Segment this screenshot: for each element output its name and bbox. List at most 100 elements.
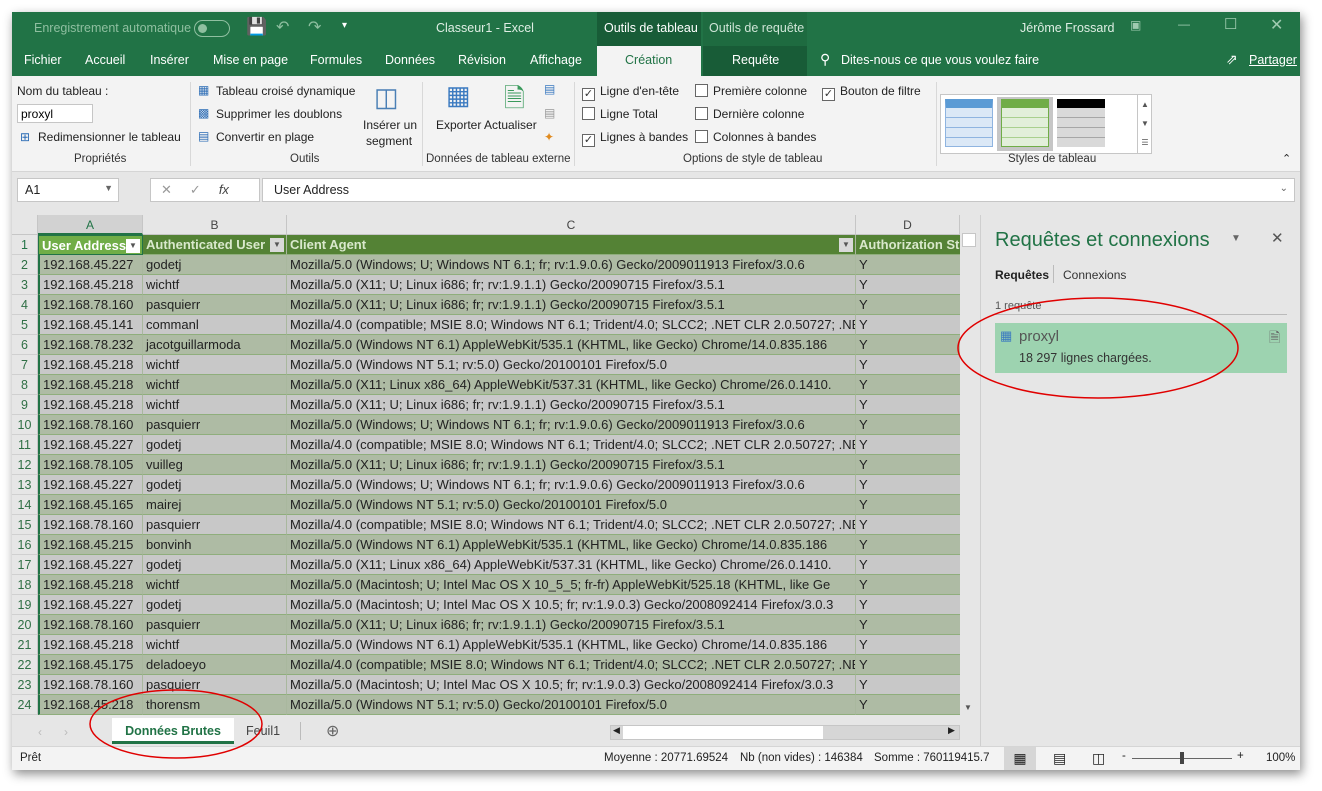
cell-authenticated-user[interactable]: vuilleg	[143, 455, 287, 475]
style-green-selected[interactable]	[997, 97, 1053, 151]
cell-authorization-status[interactable]: Y	[856, 675, 960, 695]
cell-authorization-status[interactable]: Y	[856, 695, 960, 715]
cell-authorization-status[interactable]: Y	[856, 575, 960, 595]
collapse-ribbon-icon[interactable]: ⌃	[1282, 152, 1291, 165]
filter-dropdown-icon[interactable]: ▼	[839, 238, 853, 252]
cell-authorization-status[interactable]: Y	[856, 355, 960, 375]
row-header[interactable]: 2	[12, 255, 38, 275]
export-button[interactable]: Exporter	[436, 118, 481, 132]
last-column-checkbox[interactable]: Dernière colonne	[695, 107, 804, 121]
table-name-input[interactable]	[17, 104, 93, 123]
select-all-corner[interactable]	[12, 215, 38, 235]
cell-authorization-status[interactable]: Y	[856, 655, 960, 675]
tab-formules[interactable]: Formules	[310, 53, 362, 67]
cell-authorization-status[interactable]: Y	[856, 295, 960, 315]
cell-user-address[interactable]: 192.168.78.160	[38, 415, 143, 435]
cell-client-agent[interactable]: Mozilla/5.0 (Macintosh; U; Intel Mac OS …	[287, 575, 856, 595]
row-header[interactable]: 1	[12, 235, 38, 255]
cell-user-address[interactable]: 192.168.45.215	[38, 535, 143, 555]
cell-authenticated-user[interactable]: thorensm	[143, 695, 287, 715]
cell-user-address[interactable]: 192.168.45.227	[38, 595, 143, 615]
cell-user-address[interactable]: 192.168.78.232	[38, 335, 143, 355]
cell-client-agent[interactable]: Mozilla/5.0 (Windows NT 5.1; rv:5.0) Gec…	[287, 495, 856, 515]
query-item-proxyl[interactable]: ▦ proxyl 18 297 lignes chargées. 🗎	[995, 323, 1287, 373]
style-blue[interactable]	[945, 99, 993, 147]
cell-client-agent[interactable]: Mozilla/5.0 (X11; U; Linux i686; fr; rv:…	[287, 395, 856, 415]
checkbox[interactable]: ✓	[822, 88, 835, 101]
fx-icon[interactable]: fx	[219, 182, 229, 197]
cell-authenticated-user[interactable]: pasquierr	[143, 515, 287, 535]
cell-user-address[interactable]: 192.168.78.160	[38, 615, 143, 635]
maximize-icon[interactable]: ☐	[1224, 15, 1237, 33]
cell-authenticated-user[interactable]: wichtf	[143, 575, 287, 595]
next-sheet-icon[interactable]: ›	[64, 725, 68, 739]
cell-authorization-status[interactable]: Y	[856, 515, 960, 535]
normal-view-icon[interactable]: ▦	[1004, 747, 1036, 770]
enter-icon[interactable]: ✓	[190, 182, 219, 197]
user-name[interactable]: Jérôme Frossard	[1020, 21, 1114, 35]
filter-button-checkbox[interactable]: ✓ Bouton de filtre	[822, 84, 921, 101]
cell-authenticated-user[interactable]: wichtf	[143, 355, 287, 375]
cell-authorization-status[interactable]: Y	[856, 595, 960, 615]
cell-user-address[interactable]: 192.168.45.141	[38, 315, 143, 335]
cell-user-address[interactable]: 192.168.45.175	[38, 655, 143, 675]
cell-authorization-status[interactable]: Y	[856, 275, 960, 295]
tab-queries[interactable]: Requêtes	[995, 268, 1049, 282]
cell-user-address[interactable]: 192.168.45.218	[38, 355, 143, 375]
filter-dropdown-icon[interactable]: ▼	[270, 238, 284, 252]
cell-client-agent[interactable]: Mozilla/4.0 (compatible; MSIE 8.0; Windo…	[287, 515, 856, 535]
zoom-in-icon[interactable]: +	[1237, 750, 1244, 762]
row-header[interactable]: 13	[12, 475, 38, 495]
column-header-c[interactable]: C	[287, 215, 856, 235]
filter-dropdown-icon[interactable]: ▼	[126, 239, 140, 253]
tab-affichage[interactable]: Affichage	[530, 53, 582, 67]
scroll-right-icon[interactable]: ▶	[948, 725, 955, 736]
cell-authorization-status[interactable]: Y	[856, 415, 960, 435]
cell-authenticated-user[interactable]: deladoeyo	[143, 655, 287, 675]
cell-authenticated-user[interactable]: godetj	[143, 595, 287, 615]
cell-authenticated-user[interactable]: godetj	[143, 475, 287, 495]
cell-user-address[interactable]: 192.168.45.218	[38, 695, 143, 715]
column-header-a[interactable]: A	[38, 215, 143, 235]
row-header[interactable]: 23	[12, 675, 38, 695]
customize-qat-icon[interactable]: ▾	[342, 20, 347, 31]
row-header[interactable]: 10	[12, 415, 38, 435]
tab-donnees[interactable]: Données	[385, 53, 435, 67]
cell-client-agent[interactable]: Mozilla/4.0 (compatible; MSIE 8.0; Windo…	[287, 315, 856, 335]
insert-slicer-line1[interactable]: Insérer un	[363, 118, 417, 132]
row-header[interactable]: 15	[12, 515, 38, 535]
cell-client-agent[interactable]: Mozilla/5.0 (Windows; U; Windows NT 6.1;…	[287, 415, 856, 435]
cell-authenticated-user[interactable]: wichtf	[143, 375, 287, 395]
cell-client-agent[interactable]: Mozilla/5.0 (X11; U; Linux i686; fr; rv:…	[287, 275, 856, 295]
tab-accueil[interactable]: Accueil	[85, 53, 125, 67]
cell-user-address[interactable]: 192.168.78.105	[38, 455, 143, 475]
cell-authorization-status[interactable]: Y	[856, 375, 960, 395]
cell-client-agent[interactable]: Mozilla/5.0 (Windows NT 5.1; rv:5.0) Gec…	[287, 695, 856, 715]
resize-table-button[interactable]: Redimensionner le tableau	[38, 130, 181, 144]
cell-client-agent[interactable]: Mozilla/5.0 (X11; U; Linux i686; fr; rv:…	[287, 455, 856, 475]
cell-user-address[interactable]: 192.168.45.218	[38, 275, 143, 295]
cell-authenticated-user[interactable]: pasquierr	[143, 415, 287, 435]
scroll-down-icon[interactable]: ▼	[964, 703, 972, 712]
checkbox[interactable]	[695, 107, 708, 120]
checkbox[interactable]: ✓	[582, 88, 595, 101]
cell-client-agent[interactable]: Mozilla/5.0 (X11; Linux x86_64) AppleWeb…	[287, 555, 856, 575]
cell-client-agent[interactable]: Mozilla/5.0 (Macintosh; U; Intel Mac OS …	[287, 675, 856, 695]
cell-authorization-status[interactable]: Y	[856, 535, 960, 555]
row-header[interactable]: 17	[12, 555, 38, 575]
cell-authorization-status[interactable]: Y	[856, 555, 960, 575]
cell-authorization-status[interactable]: Y	[856, 255, 960, 275]
checkbox[interactable]	[695, 84, 708, 97]
cell-client-agent[interactable]: Mozilla/5.0 (Windows NT 5.1; rv:5.0) Gec…	[287, 355, 856, 375]
autosave-toggle[interactable]	[194, 20, 230, 37]
column-header-d[interactable]: D	[856, 215, 960, 235]
cell-authorization-status[interactable]: Y	[856, 435, 960, 455]
zoom-slider[interactable]	[1132, 752, 1232, 764]
cell-authenticated-user[interactable]: pasquierr	[143, 675, 287, 695]
vertical-scrollbar[interactable]: ▼	[960, 215, 978, 715]
row-header[interactable]: 7	[12, 355, 38, 375]
refresh-button[interactable]: Actualiser	[484, 118, 537, 132]
row-header[interactable]: 3	[12, 275, 38, 295]
cell-user-address[interactable]: 192.168.78.160	[38, 675, 143, 695]
row-header[interactable]: 18	[12, 575, 38, 595]
